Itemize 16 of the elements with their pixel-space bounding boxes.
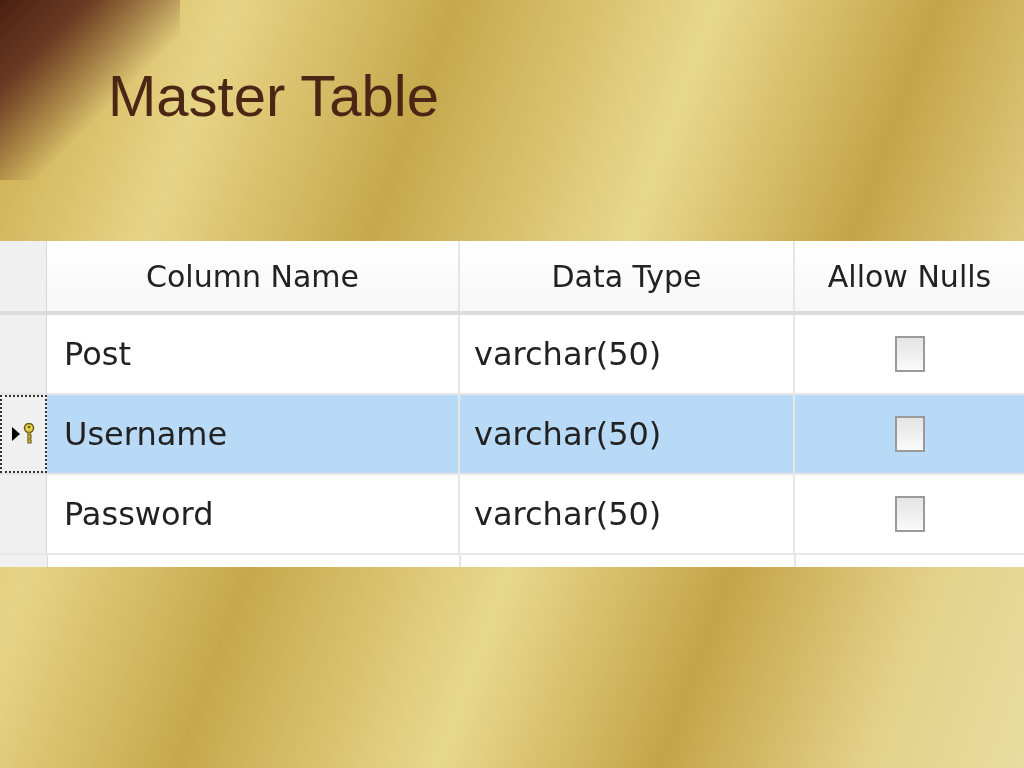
table-cell: varchar(50)	[460, 475, 795, 554]
table-cell: varchar(50)	[460, 315, 795, 394]
current-row-icon	[12, 427, 20, 442]
column-header[interactable]: Column Name	[47, 241, 460, 312]
table-row[interactable]: Username varchar(50)	[0, 395, 1024, 476]
column-header[interactable]: Data Type	[460, 241, 795, 312]
column-header[interactable]: Allow Nulls	[795, 241, 1024, 312]
table-cell: Post	[47, 315, 460, 394]
checkbox[interactable]	[894, 336, 925, 373]
slide-title: Master Table	[108, 62, 439, 129]
table-cell: varchar(50)	[460, 395, 795, 474]
table-cell: Password	[47, 475, 460, 554]
checkbox[interactable]	[894, 496, 925, 533]
row-selector[interactable]	[0, 395, 47, 474]
checkbox[interactable]	[894, 416, 925, 453]
table-cell: Username	[47, 395, 460, 474]
